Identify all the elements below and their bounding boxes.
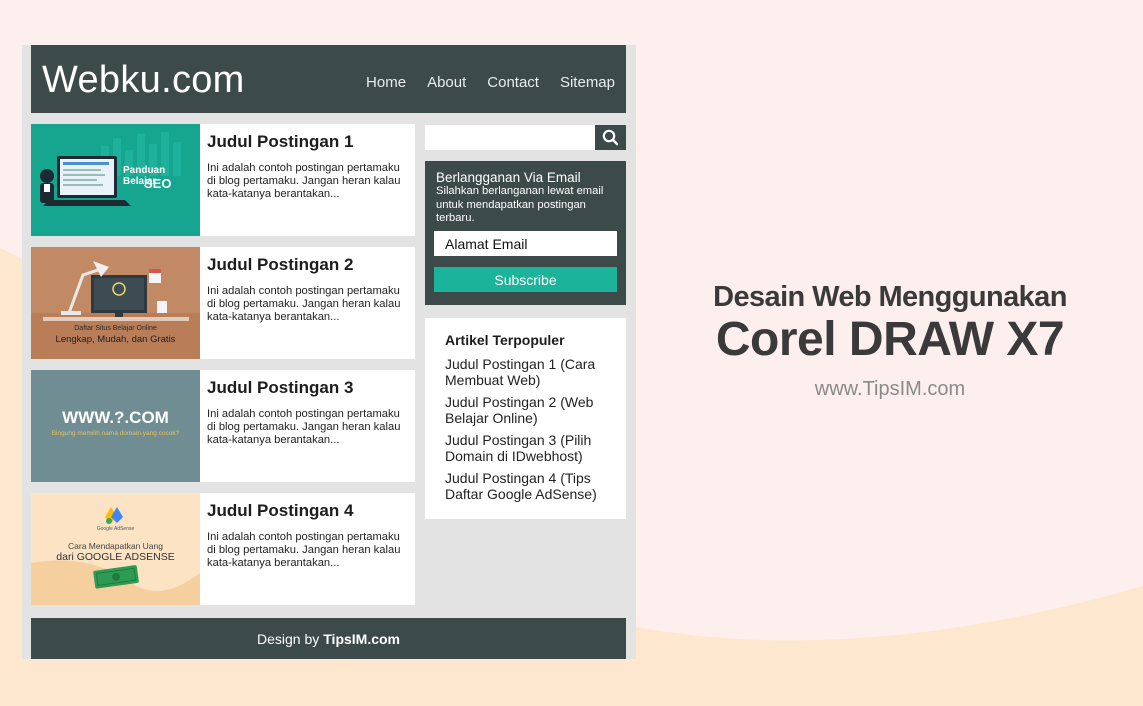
post-title[interactable]: Judul Postingan 2	[207, 255, 353, 275]
post-thumbnail[interactable]: Panduan Belajar SEO	[31, 124, 200, 236]
subscribe-title: Berlangganan Via Email	[436, 170, 581, 185]
popular-articles-widget: Artikel Terpopuler Judul Postingan 1 (Ca…	[425, 318, 626, 519]
popular-item[interactable]: Judul Postingan 3 (Pilih Domain di IDweb…	[445, 432, 615, 464]
thumb-line2: Lengkap, Mudah, dan Gratis	[55, 334, 176, 345]
post-card[interactable]: Daftar Situs Belajar Online Lengkap, Mud…	[31, 247, 415, 359]
hero-title: Corel DRAW X7	[715, 313, 1065, 366]
subscribe-widget: Berlangganan Via Email Silahkan berlanga…	[425, 161, 626, 305]
thumb-line2: dari GOOGLE ADSENSE	[56, 551, 175, 563]
search-bar	[425, 125, 626, 150]
nav-sitemap[interactable]: Sitemap	[560, 74, 615, 91]
hero-subtitle: Desain Web Menggunakan	[713, 281, 1067, 313]
thumb-brand: Google AdSense	[96, 526, 135, 532]
post-excerpt: Ini adalah contoh postingan pertamaku di…	[207, 408, 401, 446]
search-icon	[602, 129, 619, 146]
site-footer: Design by TipsIM.com	[31, 618, 626, 659]
thumb-line2: SEO	[144, 176, 172, 191]
search-input[interactable]	[425, 125, 595, 150]
post-excerpt: Ini adalah contoh postingan pertamaku di…	[207, 162, 401, 200]
site-logo[interactable]: Webku.com	[42, 59, 245, 102]
hero-site-url[interactable]: www.TipsIM.com	[660, 378, 1120, 401]
nav-about[interactable]: About	[427, 74, 466, 91]
post-card[interactable]: Panduan Belajar SEO Judul Postingan 1 In…	[31, 124, 415, 236]
post-card[interactable]: WWW.?.COM Bingung memilih nama domain ya…	[31, 370, 415, 482]
email-field[interactable]	[434, 231, 617, 256]
thumb-line1: WWW.?.COM	[62, 408, 169, 427]
post-excerpt: Ini adalah contoh postingan pertamaku di…	[207, 285, 401, 323]
subscribe-button[interactable]: Subscribe	[434, 267, 617, 292]
popular-item[interactable]: Judul Postingan 1 (Cara Membuat Web)	[445, 356, 615, 388]
subscribe-description: Silahkan berlanganan lewat email untuk m…	[436, 185, 604, 224]
main-nav: Home About Contact Sitemap	[366, 74, 615, 91]
popular-list: Judul Postingan 1 (Cara Membuat Web) Jud…	[445, 356, 615, 508]
site-header: Webku.com Home About Contact Sitemap	[31, 45, 626, 113]
thumb-line2: Bingung memilih nama domain yang cocok?	[51, 430, 180, 437]
popular-title: Artikel Terpopuler	[445, 332, 565, 348]
post-thumbnail[interactable]: Daftar Situs Belajar Online Lengkap, Mud…	[31, 247, 200, 359]
post-excerpt: Ini adalah contoh postingan pertamaku di…	[207, 531, 401, 569]
thumb-line1: Daftar Situs Belajar Online	[74, 325, 157, 332]
search-button[interactable]	[595, 125, 626, 150]
post-thumbnail[interactable]: Google AdSense Cara Mendapatkan Uang dar…	[31, 493, 200, 605]
post-card[interactable]: Google AdSense Cara Mendapatkan Uang dar…	[31, 493, 415, 605]
popular-item[interactable]: Judul Postingan 4 (Tips Daftar Google Ad…	[445, 470, 615, 502]
post-title[interactable]: Judul Postingan 4	[207, 501, 353, 521]
popular-item[interactable]: Judul Postingan 2 (Web Belajar Online)	[445, 394, 615, 426]
post-title[interactable]: Judul Postingan 3	[207, 378, 353, 398]
nav-contact[interactable]: Contact	[487, 74, 539, 91]
thumb-line1: Cara Mendapatkan Uang	[68, 541, 163, 551]
post-thumbnail[interactable]: WWW.?.COM Bingung memilih nama domain ya…	[31, 370, 200, 482]
website-mockup: Webku.com Home About Contact Sitemap Pan…	[22, 45, 636, 659]
post-title[interactable]: Judul Postingan 1	[207, 132, 353, 152]
footer-brand[interactable]: TipsIM.com	[323, 631, 400, 647]
footer-prefix: Design by	[256, 630, 320, 647]
nav-home[interactable]: Home	[366, 74, 406, 91]
